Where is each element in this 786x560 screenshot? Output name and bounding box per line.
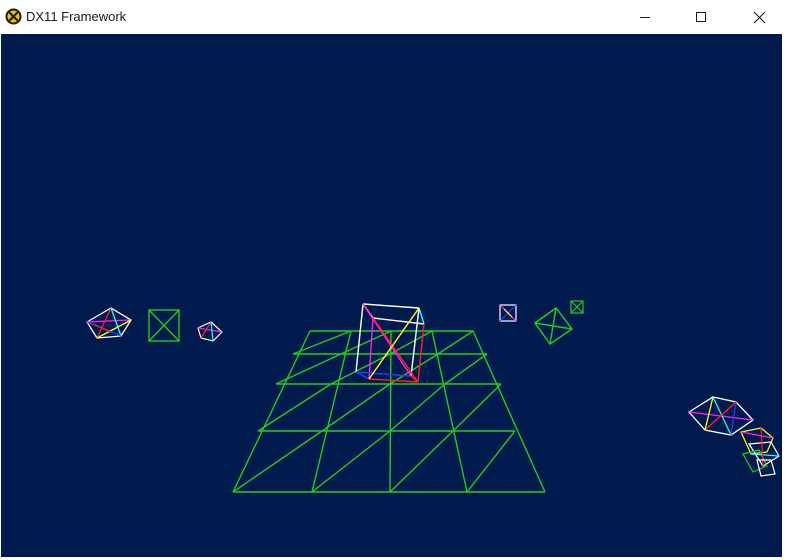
minimize-button[interactable] <box>622 0 668 34</box>
wireframe-grid <box>232 330 546 493</box>
title-bar[interactable]: DX11 Framework <box>0 0 786 34</box>
close-button[interactable] <box>736 0 782 34</box>
wireframe-cube-right-small <box>499 304 517 322</box>
wireframe-cluster-edge <box>740 427 780 477</box>
wireframe-octahedron-left <box>86 307 132 339</box>
maximize-icon <box>696 12 706 22</box>
minimize-icon <box>640 17 650 18</box>
directx-app-icon <box>5 8 22 25</box>
window-right-edge <box>782 34 786 560</box>
wireframe-shape-left-small <box>197 321 223 342</box>
wireframe-cube-right-tiny <box>570 300 584 314</box>
wireframe-cube-right-green <box>534 307 574 345</box>
wireframe-octahedron-right <box>688 396 754 436</box>
close-icon <box>753 11 765 23</box>
maximize-button[interactable] <box>678 0 724 34</box>
app-window: DX11 Framework <box>0 0 786 560</box>
scene-canvas <box>86 300 780 493</box>
render-viewport[interactable] <box>1 34 782 557</box>
window-title: DX11 Framework <box>26 9 127 24</box>
wireframe-cube-left-green <box>148 309 180 342</box>
